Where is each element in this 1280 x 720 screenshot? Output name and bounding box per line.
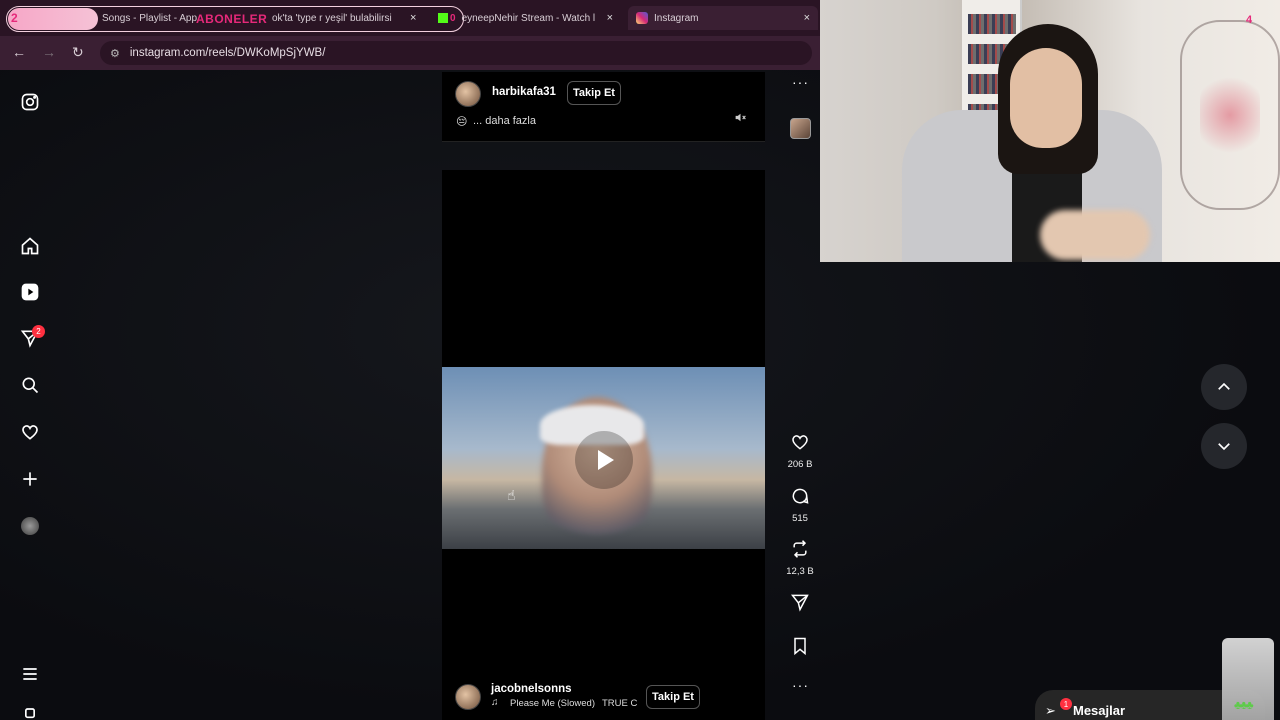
heart-icon[interactable] bbox=[19, 421, 41, 443]
close-icon[interactable]: × bbox=[607, 12, 613, 24]
webcam-corner-number: 4 bbox=[1246, 14, 1253, 26]
site-settings-icon[interactable]: ⚙ bbox=[110, 47, 120, 60]
reels-icon[interactable] bbox=[19, 281, 41, 303]
more-options-icon[interactable]: ··· bbox=[792, 677, 809, 693]
follow-button[interactable]: Takip Et bbox=[646, 685, 700, 709]
messages-count-badge: 2 bbox=[32, 325, 45, 338]
tab-overlay-num: 0 bbox=[450, 12, 456, 24]
share-button[interactable] bbox=[785, 592, 815, 617]
audio-thumbnail[interactable] bbox=[790, 118, 811, 139]
post-top-username[interactable]: harbikafa31 bbox=[492, 86, 556, 98]
comment-icon bbox=[792, 488, 809, 504]
screen: 2 ABONELER Songs - Playlist - App ok'ta … bbox=[0, 0, 1280, 720]
bookmark-icon bbox=[794, 637, 806, 656]
direct-icon: ➢ bbox=[1045, 703, 1056, 718]
follow-button[interactable]: Takip Et bbox=[567, 81, 621, 105]
share-icon bbox=[790, 594, 809, 612]
wall-drawing-pink bbox=[1200, 70, 1260, 160]
stream-overlay-pill bbox=[8, 8, 98, 30]
url-text: instagram.com/reels/DWKoMpSjYWB/ bbox=[129, 47, 326, 59]
chevron-up-icon bbox=[1218, 382, 1230, 390]
tab-title: Instagram bbox=[654, 12, 699, 24]
previous-reel-button[interactable] bbox=[1201, 364, 1247, 410]
save-button[interactable] bbox=[785, 636, 815, 661]
messages-label: Mesajlar bbox=[1073, 702, 1126, 718]
play-icon[interactable] bbox=[575, 431, 633, 489]
streamer-hand bbox=[1040, 210, 1150, 260]
comment-count: 515 bbox=[792, 513, 808, 524]
menu-icon[interactable] bbox=[19, 663, 41, 685]
heart-icon bbox=[792, 435, 808, 450]
forward-arrow-icon[interactable]: → bbox=[42, 44, 56, 60]
tab-google[interactable]: ok'ta 'type r yeşil' bulabilirsi × bbox=[268, 6, 418, 30]
mouse-cursor-icon: ☝ bbox=[507, 487, 516, 503]
close-icon[interactable]: × bbox=[410, 12, 416, 24]
tab-kick[interactable]: 0 eyneepNehir Stream - Watch l × bbox=[438, 6, 618, 30]
avatar[interactable] bbox=[455, 684, 481, 710]
reload-icon[interactable]: ↻ bbox=[72, 44, 84, 61]
caption-more-link[interactable]: ... daha fazla bbox=[473, 115, 536, 127]
avatar[interactable] bbox=[455, 81, 481, 107]
instagram-icon[interactable] bbox=[19, 91, 41, 113]
stream-overlay-counter: 2 bbox=[11, 11, 18, 25]
caption-emoji: 😔 bbox=[456, 116, 468, 128]
tab-title: Songs - Playlist - App bbox=[102, 12, 198, 24]
more-options-icon[interactable]: ··· bbox=[792, 74, 809, 90]
mute-icon[interactable] bbox=[734, 111, 748, 125]
threads-icon[interactable] bbox=[19, 708, 41, 720]
repost-button[interactable]: 12,3 B bbox=[785, 539, 815, 577]
tab-title: eyneepNehir Stream - Watch l bbox=[461, 12, 596, 24]
like-button[interactable]: 206 B bbox=[785, 432, 815, 470]
tab-title: ok'ta 'type r yeşil' bulabilirsi bbox=[272, 12, 392, 24]
clover-icon: ♣♣♣ bbox=[1234, 698, 1254, 712]
messages-badge: 1 bbox=[1060, 698, 1072, 710]
tab-spotify[interactable]: Songs - Playlist - App bbox=[102, 6, 262, 30]
next-reel-button[interactable] bbox=[1201, 423, 1247, 469]
search-icon[interactable] bbox=[19, 374, 41, 396]
post-bottom-username[interactable]: jacobnelsonns bbox=[491, 683, 572, 695]
back-arrow-icon[interactable]: ← bbox=[12, 44, 26, 60]
music-note-icon: ♫ bbox=[491, 697, 499, 708]
profile-avatar[interactable] bbox=[19, 515, 41, 537]
repost-icon bbox=[793, 540, 807, 558]
address-bar[interactable]: ⚙ instagram.com/reels/DWKoMpSjYWB/ bbox=[100, 41, 812, 65]
repost-count: 12,3 B bbox=[786, 566, 814, 577]
music-title[interactable]: Please Me (Slowed) bbox=[510, 698, 595, 709]
tab-instagram[interactable]: Instagram × bbox=[628, 6, 818, 30]
close-icon[interactable]: × bbox=[804, 12, 810, 24]
comment-button[interactable]: 515 bbox=[785, 486, 815, 524]
instagram-tab-icon bbox=[636, 12, 648, 24]
chevron-down-icon bbox=[1218, 443, 1230, 451]
music-artist[interactable]: TRUE C bbox=[602, 698, 637, 709]
plus-icon[interactable] bbox=[19, 468, 41, 490]
kick-icon bbox=[438, 13, 448, 23]
webcam-feed bbox=[820, 0, 1280, 262]
home-icon[interactable] bbox=[19, 235, 41, 257]
like-count: 206 B bbox=[787, 459, 813, 470]
